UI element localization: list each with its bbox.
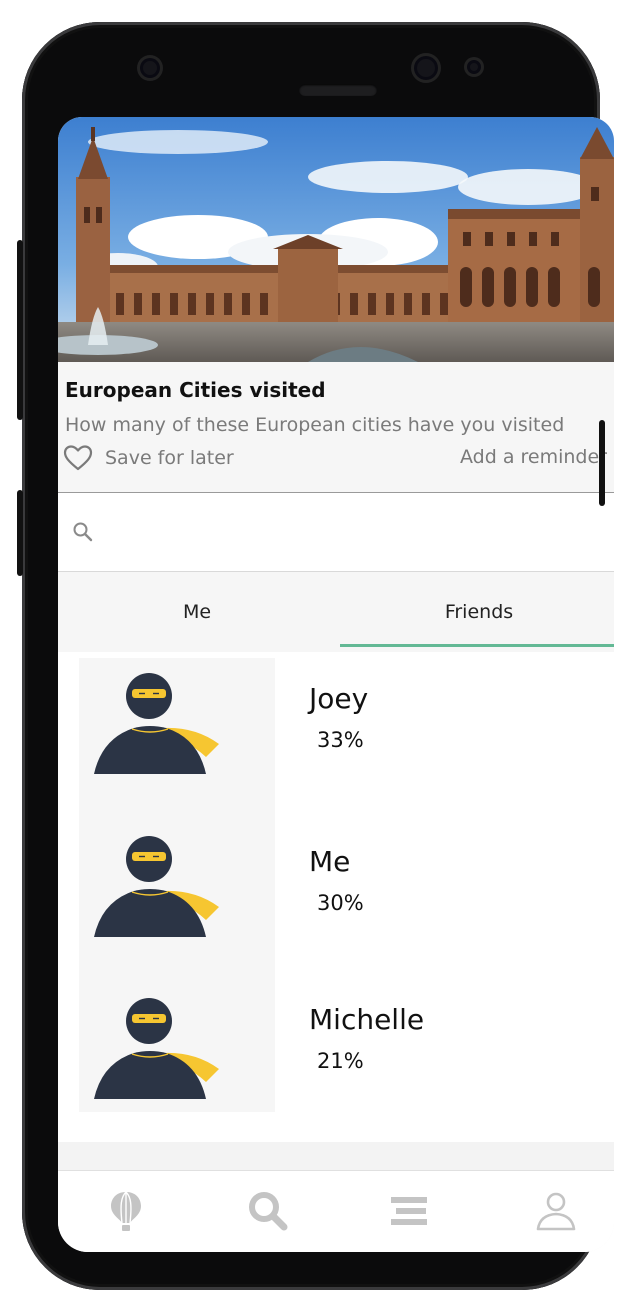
save-for-later-button[interactable]: Save for later: [63, 444, 234, 472]
hot-air-balloon-icon[interactable]: [104, 1189, 148, 1233]
friend-name: Me: [309, 845, 351, 878]
earpiece-speaker: [299, 84, 377, 96]
card-subtitle: How many of these European cities have y…: [65, 414, 565, 436]
volume-button: [17, 240, 23, 420]
bixby-button: [17, 490, 23, 576]
phone-frame: European Cities visited How many of thes…: [22, 22, 614, 1290]
active-tab-indicator: [340, 644, 614, 647]
add-reminder-link[interactable]: Add a reminder: [460, 446, 607, 468]
front-sensor: [137, 55, 163, 81]
friend-percent: 21%: [317, 1049, 364, 1073]
app-screen: European Cities visited How many of thes…: [58, 117, 614, 1252]
search-input[interactable]: [108, 513, 592, 553]
search-icon[interactable]: [246, 1189, 290, 1233]
tab-me[interactable]: Me: [58, 572, 336, 652]
tab-bar: Me Friends: [58, 572, 614, 652]
front-camera: [411, 53, 441, 83]
search-icon: [73, 522, 93, 542]
list-item[interactable]: Michelle 21%: [58, 977, 614, 1137]
tab-friends[interactable]: Friends: [340, 572, 614, 652]
ninja-avatar-icon: [94, 998, 219, 1099]
search-bar: [58, 493, 614, 572]
power-button: [599, 420, 605, 506]
iris-sensor: [464, 57, 484, 77]
hero-image: [58, 117, 614, 362]
card-info: European Cities visited How many of thes…: [58, 362, 614, 493]
list-icon[interactable]: [388, 1189, 432, 1233]
ninja-avatar-icon: [94, 673, 219, 774]
heart-icon: [63, 445, 93, 471]
profile-icon[interactable]: [534, 1189, 578, 1233]
friend-percent: 30%: [317, 891, 364, 915]
list-footer-spacer: [58, 1142, 614, 1171]
list-item[interactable]: Joey 33%: [58, 652, 614, 812]
list-item[interactable]: Me 30%: [58, 815, 614, 975]
card-title: European Cities visited: [65, 378, 326, 402]
friend-name: Michelle: [309, 1003, 425, 1036]
friends-list: Joey 33% Me 30% Michelle 21%: [58, 652, 614, 1142]
bottom-navigation: [58, 1171, 614, 1252]
friend-name: Joey: [309, 682, 369, 715]
ninja-avatar-icon: [94, 836, 219, 937]
friend-percent: 33%: [317, 728, 364, 752]
save-for-later-label: Save for later: [105, 447, 234, 469]
